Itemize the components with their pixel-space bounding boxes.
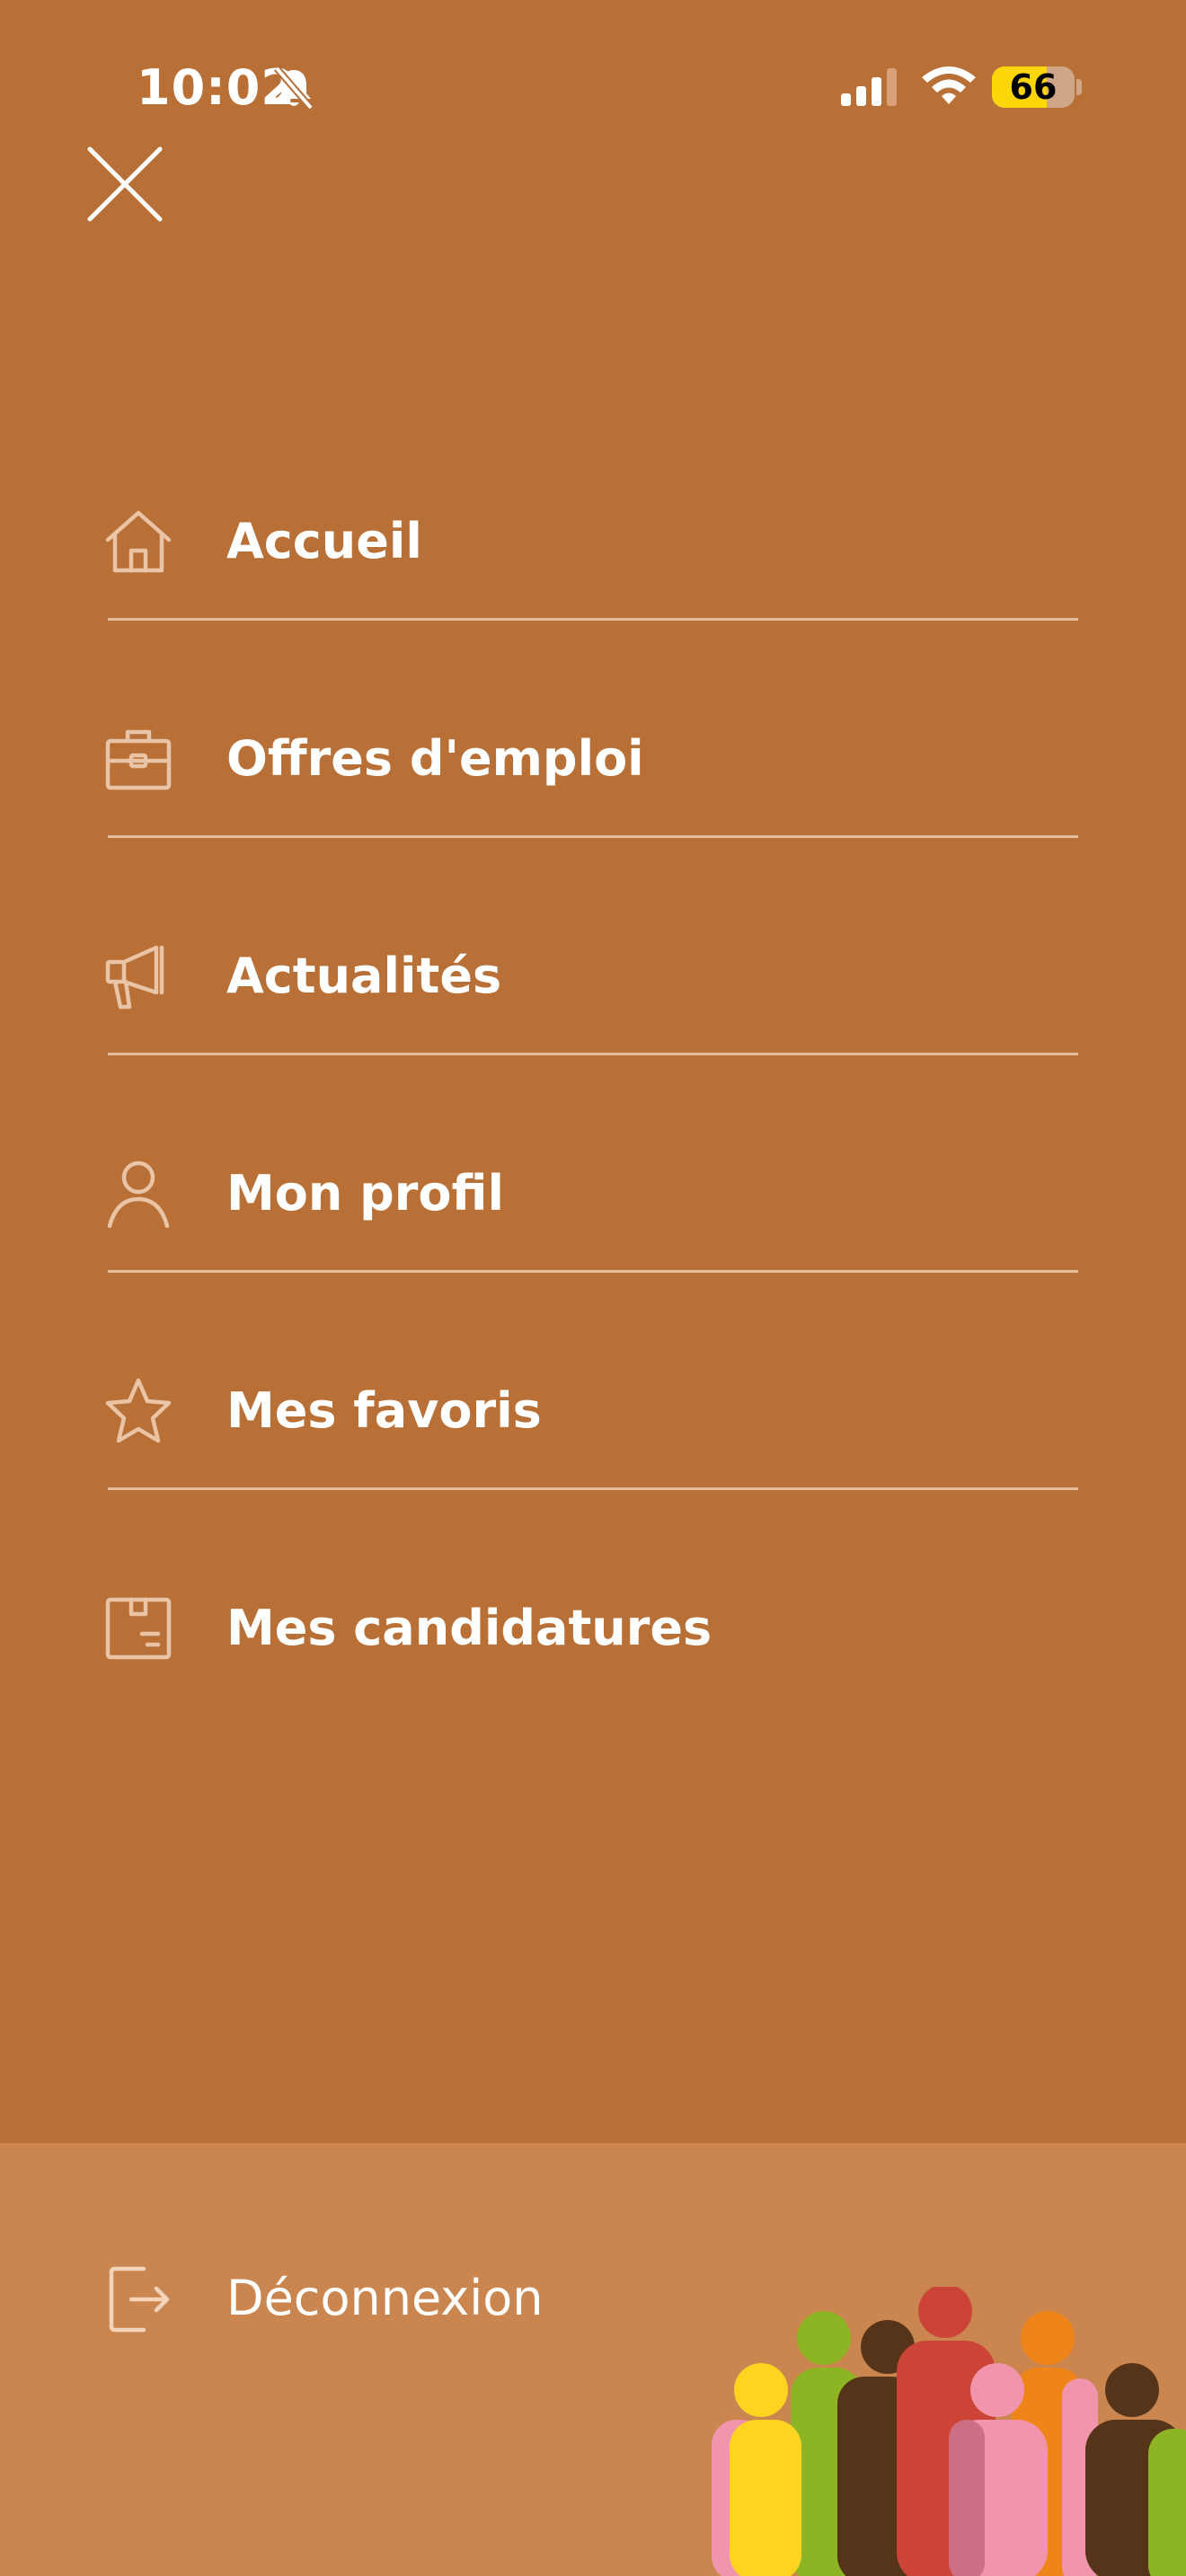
menu-divider bbox=[108, 1270, 1078, 1273]
briefcase-icon bbox=[105, 729, 172, 790]
menu-item-label: Mon profil bbox=[226, 1165, 504, 1222]
menu-item-mon-profil[interactable]: Mon profil bbox=[0, 1083, 1186, 1301]
menu-item-mes-candidatures[interactable]: Mes candidatures bbox=[0, 1518, 1186, 1735]
close-icon[interactable] bbox=[86, 146, 164, 223]
cellular-signal-icon bbox=[841, 68, 897, 106]
menu-divider bbox=[108, 618, 1078, 621]
battery-nub bbox=[1076, 79, 1082, 95]
battery-icon: 66 bbox=[992, 66, 1075, 108]
logout-button[interactable]: Déconnexion bbox=[0, 2233, 629, 2368]
menu-item-accueil[interactable]: Accueil bbox=[0, 431, 1186, 648]
menu-item-label: Accueil bbox=[226, 513, 422, 569]
bell-muted-icon bbox=[273, 66, 314, 110]
menu-divider bbox=[108, 1053, 1078, 1055]
user-icon bbox=[107, 1160, 170, 1228]
wifi-icon bbox=[922, 66, 976, 104]
megaphone-icon bbox=[105, 945, 164, 1010]
home-icon bbox=[105, 510, 172, 573]
logout-icon bbox=[109, 2266, 170, 2333]
people-crowd-illustration bbox=[712, 2287, 1186, 2576]
menu-item-label: Actualités bbox=[226, 948, 502, 1004]
menu-item-label: Offres d'emploi bbox=[226, 730, 644, 787]
menu-item-mes-favoris[interactable]: Mes favoris bbox=[0, 1301, 1186, 1518]
logout-label: Déconnexion bbox=[226, 2270, 544, 2326]
menu-item-offres-emploi[interactable]: Offres d'emploi bbox=[0, 648, 1186, 866]
menu-item-actualites[interactable]: Actualités bbox=[0, 866, 1186, 1083]
status-bar: 10:02 66 bbox=[0, 0, 1186, 135]
menu-item-label: Mes candidatures bbox=[226, 1600, 712, 1656]
star-icon bbox=[105, 1378, 172, 1443]
battery-level: 66 bbox=[1009, 67, 1058, 107]
menu-item-label: Mes favoris bbox=[226, 1382, 542, 1439]
package-icon bbox=[105, 1597, 172, 1660]
menu-divider bbox=[108, 1487, 1078, 1490]
footer: Déconnexion bbox=[0, 2143, 1186, 2576]
menu-divider bbox=[108, 835, 1078, 838]
